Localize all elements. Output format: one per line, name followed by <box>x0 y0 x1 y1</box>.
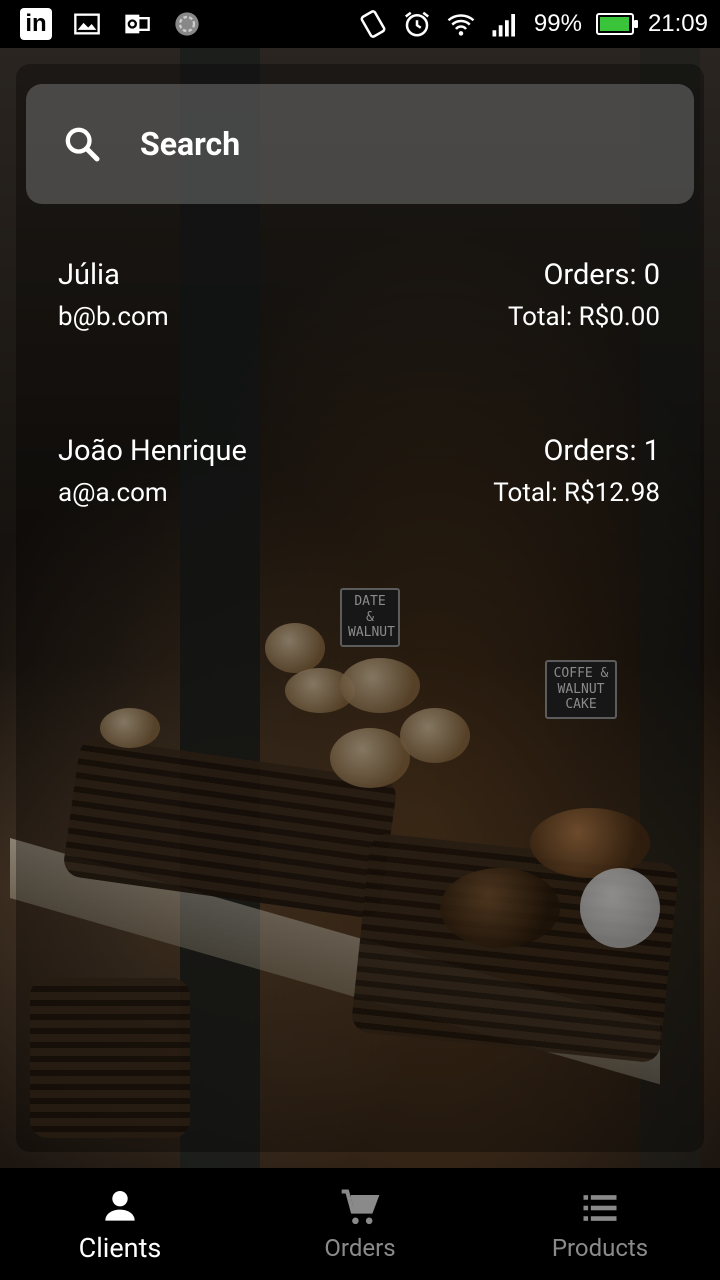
battery-icon <box>595 13 638 35</box>
bottom-nav: Clients Orders Products <box>0 1168 720 1280</box>
content-panel <box>16 64 704 1152</box>
nav-item-orders[interactable]: Orders <box>240 1168 480 1280</box>
search-input[interactable]: Search <box>140 125 240 163</box>
image-icon <box>72 9 102 39</box>
client-name: Júlia <box>58 258 120 292</box>
alarm-icon <box>402 9 432 39</box>
list-icon <box>583 1195 617 1221</box>
client-email: a@a.com <box>58 478 168 508</box>
search-icon <box>65 127 100 162</box>
nav-item-clients[interactable]: Clients <box>0 1168 240 1280</box>
client-total: Total: R$12.98 <box>493 478 660 508</box>
outlook-icon <box>122 9 152 39</box>
client-name: João Henrique <box>58 434 247 468</box>
client-email: b@b.com <box>58 302 169 332</box>
nav-label: Clients <box>78 1232 162 1264</box>
person-icon <box>105 1190 135 1221</box>
wifi-icon <box>446 9 476 39</box>
nav-label: Products <box>551 1234 649 1262</box>
client-row[interactable]: João Henrique a@a.com Orders: 1 Total: R… <box>58 434 660 524</box>
sync-icon <box>172 9 202 39</box>
nav-label: Orders <box>324 1234 396 1262</box>
clock: 21:09 <box>647 10 708 37</box>
client-total: Total: R$0.00 <box>507 302 660 332</box>
client-row[interactable]: Júlia b@b.com Orders: 0 Total: R$0.00 <box>58 258 660 348</box>
client-orders: Orders: 1 <box>543 434 660 468</box>
battery-percent: 99% <box>533 10 582 37</box>
rotate-icon <box>358 9 388 39</box>
cart-icon <box>341 1189 380 1225</box>
nav-item-products[interactable]: Products <box>480 1168 720 1280</box>
linkedin-icon: in <box>20 8 52 40</box>
signal-icon <box>490 9 520 39</box>
client-orders: Orders: 0 <box>543 258 660 292</box>
search-bar[interactable]: Search <box>26 84 694 204</box>
status-bar: in 99% 21:09 <box>0 0 720 48</box>
